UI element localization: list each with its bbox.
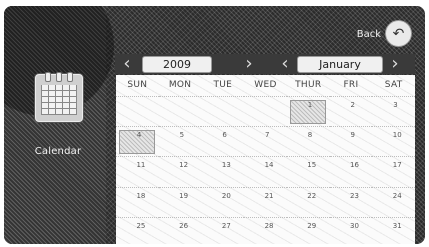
day-number: 24	[392, 191, 402, 200]
day-cell[interactable]: 4	[116, 126, 159, 156]
day-cell[interactable]: 17	[372, 156, 415, 186]
day-number: 22	[307, 191, 317, 200]
next-year-button[interactable]: ›	[239, 54, 259, 74]
weekday-sat: SAT	[384, 80, 403, 90]
day-cell[interactable]: 19	[158, 186, 202, 217]
day-number: 29	[307, 221, 317, 230]
day-cell[interactable]: 6	[201, 126, 245, 156]
empty-day-cell	[201, 96, 245, 126]
day-number: 12	[179, 161, 189, 170]
day-cell[interactable]: 1	[286, 96, 330, 126]
day-number: 21	[264, 191, 274, 200]
day-cell[interactable]: 24	[372, 186, 415, 217]
day-number: 25	[136, 221, 146, 230]
year-selector[interactable]: 2009	[142, 56, 212, 73]
calendar-ring	[67, 72, 73, 82]
prev-year-button[interactable]: ‹	[117, 54, 137, 74]
day-number: 2	[350, 101, 355, 109]
day-number: 10	[392, 131, 402, 140]
weekday-tue: TUE	[213, 80, 233, 90]
day-cell[interactable]: 31	[372, 216, 415, 244]
day-number: 1	[307, 101, 313, 109]
back-label[interactable]: Back	[357, 29, 381, 40]
day-number: 8	[307, 131, 313, 140]
day-number: 28	[264, 221, 274, 230]
day-number: 20	[221, 191, 231, 200]
day-cell[interactable]: 21	[244, 186, 287, 217]
weekday-wed: WED	[254, 80, 277, 90]
day-cell[interactable]: 26	[158, 216, 202, 244]
empty-day-cell	[158, 96, 202, 126]
weekday-thur: THUR	[295, 80, 322, 90]
weekday-mon: MON	[168, 80, 192, 90]
day-cell[interactable]: 13	[201, 156, 245, 186]
day-cell[interactable]: 20	[201, 186, 245, 217]
day-number: 3	[393, 101, 398, 109]
day-cell[interactable]: 11	[116, 156, 159, 186]
day-cell[interactable]: 3	[372, 96, 415, 126]
weekday-sun: SUN	[127, 80, 148, 90]
day-cell[interactable]: 23	[329, 186, 373, 217]
empty-day-cell	[244, 96, 287, 126]
day-cell[interactable]: 14	[244, 156, 287, 186]
day-number: 26	[179, 221, 189, 230]
next-month-button[interactable]: ›	[385, 54, 405, 74]
app-label: Calendar	[34, 146, 82, 157]
weekday-header: SUN MON TUE WED THUR FRI SAT	[116, 75, 415, 96]
day-number: 15	[307, 161, 317, 170]
date-navigation-bar: ‹ 2009 › ‹ January ›	[115, 54, 415, 74]
day-cell[interactable]: 22	[286, 186, 330, 217]
day-number: 18	[136, 191, 146, 200]
day-cell[interactable]: 8	[286, 126, 330, 156]
day-cell[interactable]: 15	[286, 156, 330, 186]
day-cell[interactable]: 30	[329, 216, 373, 244]
day-cell[interactable]: 25	[116, 216, 159, 244]
day-cell[interactable]: 28	[244, 216, 287, 244]
day-cell[interactable]: 5	[158, 126, 202, 156]
day-number: 6	[222, 131, 227, 140]
month-calendar-grid: SUN MON TUE WED THUR FRI SAT 1 2 3 4 5 6 7 8 9 10…	[116, 75, 415, 244]
day-number: 5	[179, 131, 185, 140]
calendar-ring	[56, 72, 62, 82]
day-cell[interactable]: 27	[201, 216, 245, 244]
month-selector[interactable]: January	[297, 56, 383, 73]
day-number: 14	[264, 161, 274, 170]
day-cell[interactable]: 2	[329, 96, 373, 126]
weekday-fri: FRI	[343, 80, 359, 90]
day-number: 13	[221, 161, 231, 170]
day-number: 17	[392, 161, 402, 170]
day-number: 27	[221, 221, 231, 230]
prev-month-button[interactable]: ‹	[275, 54, 295, 74]
day-number: 16	[350, 161, 359, 170]
day-cell[interactable]: 18	[116, 186, 159, 217]
day-number: 30	[350, 221, 359, 230]
day-number: 7	[265, 131, 270, 140]
day-cell[interactable]: 9	[329, 126, 373, 156]
calendar-ring	[45, 72, 51, 82]
back-arrow-icon[interactable]: ↶	[385, 20, 412, 47]
day-number: 11	[136, 161, 146, 170]
day-number: 9	[350, 131, 355, 140]
calendar-icon-grid	[41, 85, 77, 115]
sidebar-panel	[4, 6, 114, 244]
day-number: 4	[136, 131, 142, 140]
day-cell[interactable]: 29	[286, 216, 330, 244]
day-cell[interactable]: 7	[244, 126, 287, 156]
day-number: 19	[179, 191, 189, 200]
empty-day-cell	[116, 96, 159, 126]
day-cell[interactable]: 12	[158, 156, 202, 186]
calendar-app-screen: Calendar Back ↶ ‹ 2009 › ‹ January › SUN…	[4, 6, 425, 244]
day-cell[interactable]: 10	[372, 126, 415, 156]
day-grid: 1 2 3 4 5 6 7 8 9 10 11 12 13 14 15 16 17 18 19 20 21 22 23 24 2…	[116, 96, 415, 244]
day-number: 23	[350, 191, 359, 200]
calendar-icon[interactable]	[35, 72, 83, 122]
day-cell[interactable]: 16	[329, 156, 373, 186]
day-number: 31	[392, 221, 402, 230]
